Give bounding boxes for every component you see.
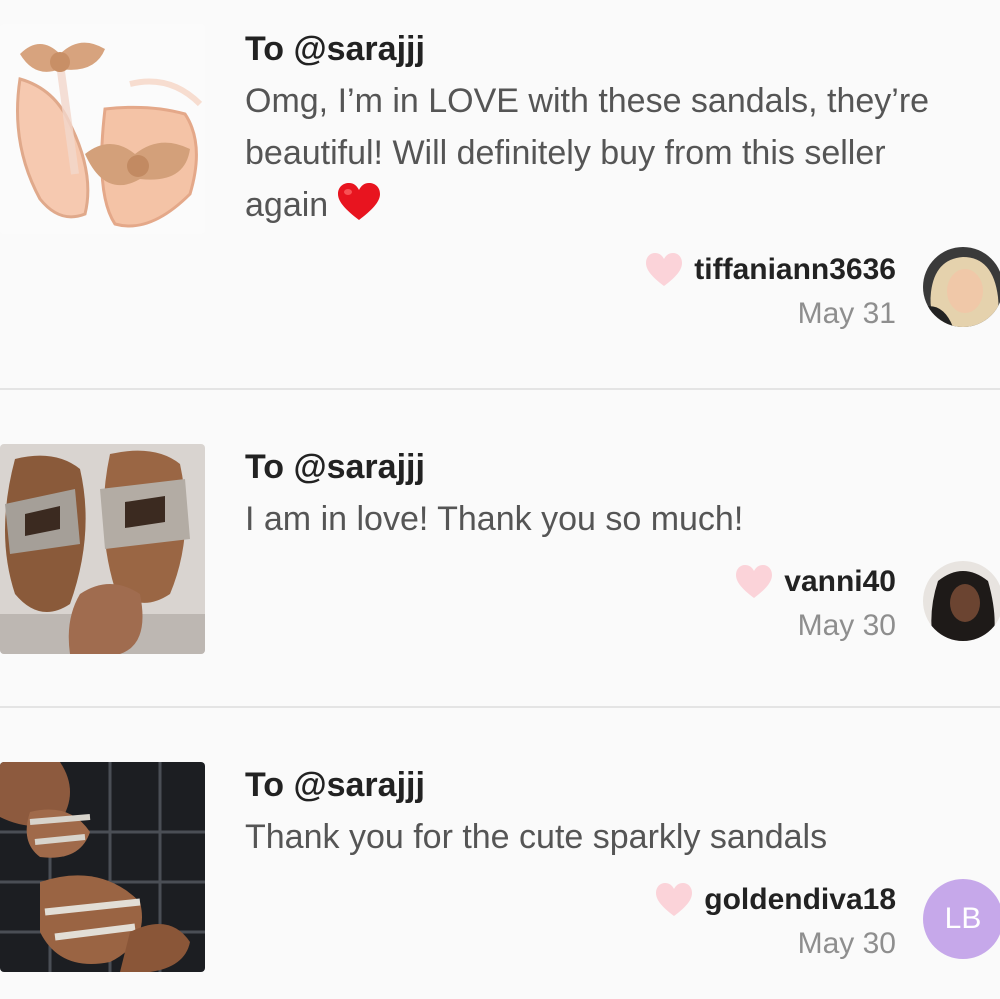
like-heart-icon[interactable] (654, 882, 694, 918)
review-recipient: To @sarajjj (245, 448, 425, 486)
review-message: Thank you for the cute sparkly sandals (245, 818, 828, 856)
review-card: To @sarajjj Thank you for the cute spark… (0, 708, 1000, 999)
like-heart-icon[interactable] (644, 252, 684, 288)
review-recipient: To @sarajjj (245, 766, 425, 804)
reviewer-avatar[interactable] (923, 247, 1000, 327)
reviewer-username[interactable]: vanni40 (784, 565, 896, 599)
reviewer-avatar[interactable]: LB (923, 879, 1000, 959)
review-card: To @sarajjj Omg, I’m in LOVE with these … (0, 0, 1000, 388)
review-author: tiffaniann3636 May 31 (644, 248, 896, 336)
review-message: I am in love! Thank you so much! (245, 500, 744, 538)
review-photo[interactable] (0, 762, 205, 972)
reviewer-username[interactable]: goldendiva18 (704, 883, 896, 917)
review-date: May 30 (797, 609, 896, 642)
reviewer-avatar[interactable] (923, 561, 1000, 641)
review-photo[interactable] (0, 444, 205, 654)
like-heart-icon[interactable] (734, 564, 774, 600)
reviewer-username[interactable]: tiffaniann3636 (694, 253, 896, 287)
review-recipient: To @sarajjj (245, 30, 425, 68)
review-date: May 31 (797, 297, 896, 330)
review-photo[interactable] (0, 24, 205, 234)
review-message: Omg, I’m in LOVE with these sandals, the… (245, 75, 975, 231)
review-date: May 30 (797, 927, 896, 960)
review-author: vanni40 May 30 (734, 560, 896, 648)
review-author: goldendiva18 May 30 (654, 878, 896, 966)
review-card: To @sarajjj I am in love! Thank you so m… (0, 390, 1000, 706)
red-heart-emoji-icon (336, 182, 382, 222)
